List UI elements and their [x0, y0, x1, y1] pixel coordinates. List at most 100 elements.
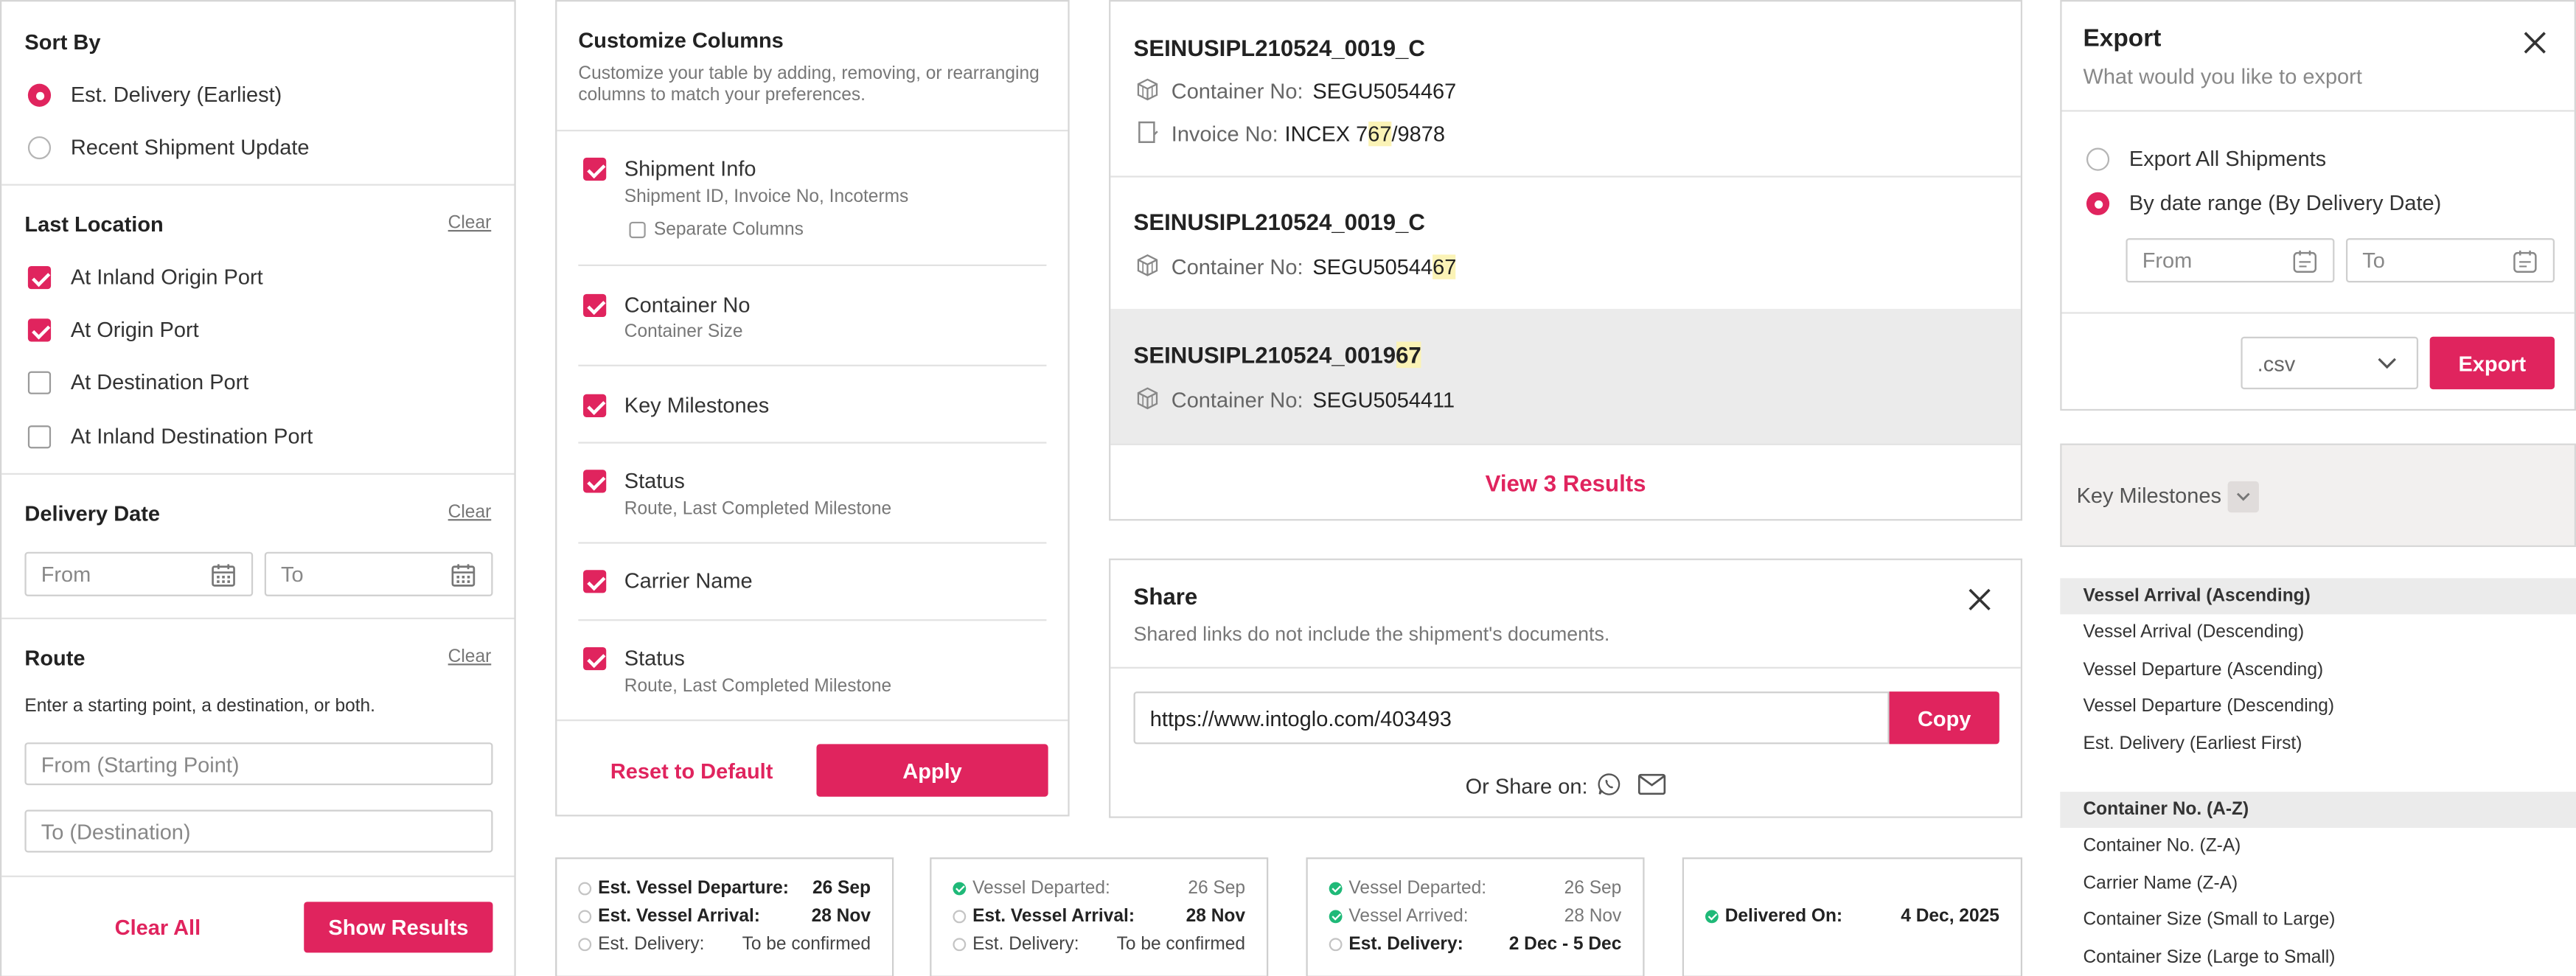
divider: [557, 719, 1068, 722]
container-label: Container No:: [1171, 254, 1303, 279]
column-checkbox[interactable]: [583, 646, 607, 671]
route-to-input[interactable]: To (Destination): [24, 809, 493, 853]
view-results-link[interactable]: View 3 Results: [1110, 470, 2020, 496]
export-all-radio[interactable]: [2086, 147, 2110, 171]
milestone-row: Est. Vessel Departure: 26 Sep: [578, 879, 871, 899]
milestone-row: Delivered On: 4 Dec, 2025: [1705, 907, 1999, 927]
check-circle-icon: [1329, 882, 1343, 896]
apply-button[interactable]: Apply: [816, 744, 1048, 797]
column-checkbox[interactable]: [583, 470, 607, 493]
location-label[interactable]: At Inland Origin Port: [71, 265, 263, 289]
chevron-down-icon[interactable]: [2227, 481, 2259, 513]
container-icon: [1137, 254, 1158, 276]
milestone-row: Est. Delivery: To be confirmed: [953, 935, 1245, 955]
format-select[interactable]: .csv: [2241, 336, 2419, 390]
sort-menu-item[interactable]: Container Size (Small to Large): [2060, 902, 2576, 938]
close-icon[interactable]: [2524, 31, 2547, 54]
sort-menu-item[interactable]: Est. Delivery (Earliest First): [2060, 726, 2576, 762]
sort-option-radio-2[interactable]: [27, 136, 52, 160]
column-checkbox[interactable]: [583, 394, 607, 417]
sort-menu-item[interactable]: Container No. (A-Z): [2060, 792, 2576, 829]
export-to-input[interactable]: To: [2346, 238, 2555, 283]
container-number: SEGU5054411: [1312, 387, 1455, 413]
location-checkbox[interactable]: [27, 371, 52, 394]
share-subtitle: Shared links do not include the shipment…: [1133, 622, 1610, 646]
location-label[interactable]: At Origin Port: [71, 317, 199, 341]
milestone-row: Est. Vessel Arrival: 28 Nov: [953, 907, 1245, 927]
divider: [1, 875, 515, 877]
clear-all-button[interactable]: Clear All: [67, 902, 248, 952]
milestone-row: Vessel Departed: 26 Sep: [1329, 879, 1621, 899]
export-button[interactable]: Export: [2429, 336, 2555, 390]
export-option-label[interactable]: By date range (By Delivery Date): [2129, 190, 2441, 215]
result-item-hovered[interactable]: SEINUSIPL210524_001967 Container No: SEG…: [1110, 308, 2021, 444]
clear-location-link[interactable]: Clear: [448, 214, 492, 234]
from-placeholder: From: [2142, 248, 2193, 273]
container-icon: [1137, 387, 1158, 410]
divider: [1, 184, 515, 186]
show-results-button[interactable]: Show Results: [304, 902, 493, 953]
email-icon[interactable]: [1637, 773, 1666, 795]
clear-route-link[interactable]: Clear: [448, 647, 492, 667]
divider: [557, 130, 1068, 132]
milestone-card: Delivered On: 4 Dec, 2025: [1682, 857, 2023, 976]
to-placeholder: To: [2362, 248, 2385, 273]
column-checkbox[interactable]: [583, 293, 607, 318]
sort-option-radio-1[interactable]: [27, 83, 52, 107]
result-item[interactable]: SEINUSIPL210524_0019_C Container No: SEG…: [1110, 1, 2020, 175]
sort-menu-item[interactable]: Vessel Departure (Ascending): [2060, 652, 2576, 689]
calendar-icon[interactable]: [2291, 248, 2318, 274]
export-panel: Export What would you like to export Exp…: [2060, 0, 2576, 411]
sort-menu-item[interactable]: Vessel Arrival (Descending): [2060, 614, 2576, 650]
container-number: SEGU5054467: [1312, 78, 1457, 104]
milestone-row: Est. Delivery: 2 Dec - 5 Dec: [1329, 935, 1621, 955]
copy-button[interactable]: Copy: [1889, 691, 1999, 745]
export-range-radio[interactable]: [2086, 192, 2110, 215]
location-checkbox[interactable]: [27, 265, 52, 290]
sort-option-label[interactable]: Est. Delivery (Earliest): [71, 82, 282, 106]
separate-columns-label: Separate Columns: [653, 220, 804, 240]
sort-menu-item[interactable]: Container Size (Large to Small): [2060, 940, 2576, 975]
pending-dot-icon: [578, 938, 592, 952]
sort-menu-item[interactable]: Vessel Arrival (Ascending): [2060, 578, 2576, 615]
delivery-to-input[interactable]: To: [264, 551, 493, 596]
column-sub: Shipment ID, Invoice No, Incoterms: [624, 187, 909, 207]
sort-option-label[interactable]: Recent Shipment Update: [71, 135, 310, 159]
location-label[interactable]: At Destination Port: [71, 369, 249, 394]
divider: [2061, 312, 2575, 314]
column-checkbox[interactable]: [583, 570, 607, 593]
share-url-input[interactable]: https://www.intoglo.com/403493: [1133, 691, 1890, 745]
sort-menu-item[interactable]: Container No. (Z-A): [2060, 828, 2576, 864]
pending-dot-icon: [578, 882, 592, 896]
column-label: Shipment Info: [624, 156, 756, 181]
invoice-number: INCEX 767/9878: [1284, 121, 1445, 147]
milestone-row: Est. Vessel Arrival: 28 Nov: [578, 907, 871, 927]
column-label: Key Milestones: [624, 392, 770, 417]
separate-columns-checkbox[interactable]: [629, 221, 646, 239]
location-checkbox[interactable]: [27, 425, 52, 449]
route-from-input[interactable]: From (Starting Point): [24, 742, 493, 786]
sort-menu-item[interactable]: Carrier Name (Z-A): [2060, 865, 2576, 902]
sort-by-title: Sort By: [24, 29, 101, 55]
key-milestones-dropdown[interactable]: Key Milestones: [2060, 443, 2576, 548]
location-checkbox[interactable]: [27, 318, 52, 342]
sort-menu-item[interactable]: Vessel Departure (Descending): [2060, 689, 2576, 725]
delivery-from-input[interactable]: From: [24, 551, 254, 596]
clear-date-link[interactable]: Clear: [448, 503, 492, 523]
location-label[interactable]: At Inland Destination Port: [71, 424, 313, 448]
column-label: Status: [624, 645, 685, 671]
divider: [1110, 443, 2021, 445]
export-option-label[interactable]: Export All Shipments: [2129, 146, 2326, 170]
close-icon[interactable]: [1968, 588, 1991, 611]
route-title: Route: [24, 645, 86, 671]
calendar-icon[interactable]: [450, 562, 477, 588]
export-from-input[interactable]: From: [2126, 238, 2335, 283]
result-item[interactable]: SEINUSIPL210524_0019_C Container No: SEG…: [1110, 178, 2020, 309]
reset-default-button[interactable]: Reset to Default: [593, 744, 790, 796]
divider: [578, 542, 1047, 544]
whatsapp-icon[interactable]: [1597, 772, 1621, 796]
share-title: Share: [1133, 583, 1198, 610]
calendar-icon[interactable]: [210, 562, 237, 588]
calendar-icon[interactable]: [2512, 248, 2538, 274]
column-checkbox[interactable]: [583, 157, 607, 181]
